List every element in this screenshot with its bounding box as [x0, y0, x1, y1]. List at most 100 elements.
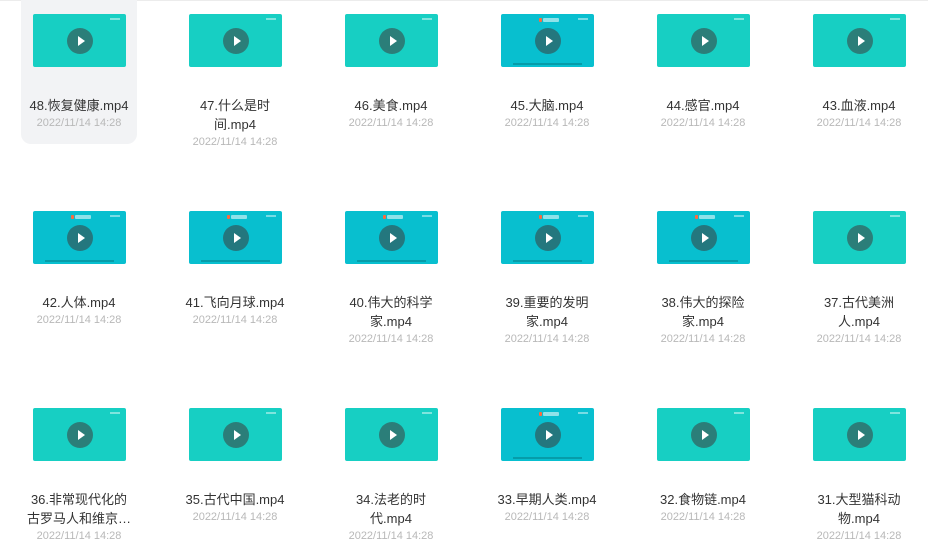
file-name: 39.重要的发明家.mp4	[505, 295, 589, 329]
file-tile[interactable]: 38.伟大的探险家.mp4 2022/11/14 14:28	[645, 181, 761, 345]
file-name: 46.美食.mp4	[354, 98, 428, 113]
file-date: 2022/11/14 14:28	[348, 530, 434, 542]
video-progress-strip	[513, 63, 582, 65]
video-thumbnail[interactable]	[345, 14, 438, 67]
file-date: 2022/11/14 14:28	[660, 333, 746, 345]
file-tile[interactable]: 48.恢复健康.mp4 2022/11/14 14:28	[21, 0, 137, 144]
thumbnail-corner-mark	[110, 18, 120, 20]
file-tile[interactable]: 43.血液.mp4 2022/11/14 14:28	[801, 0, 917, 144]
channel-logo-mark	[227, 215, 247, 219]
file-tile[interactable]: 42.人体.mp4 2022/11/14 14:28	[21, 181, 137, 341]
play-icon[interactable]	[222, 27, 249, 54]
file-date: 2022/11/14 14:28	[36, 530, 122, 542]
file-tile[interactable]: 45.大脑.mp4 2022/11/14 14:28	[489, 0, 605, 144]
thumbnail-corner-mark	[890, 412, 900, 414]
file-name: 35.古代中国.mp4	[185, 492, 285, 507]
play-icon[interactable]	[222, 224, 249, 251]
file-name: 32.食物链.mp4	[660, 492, 746, 507]
file-tile[interactable]: 32.食物链.mp4 2022/11/14 14:28	[645, 378, 761, 538]
video-thumbnail[interactable]	[33, 408, 126, 461]
video-thumbnail[interactable]	[189, 14, 282, 67]
file-name: 34.法老的时代.mp4	[355, 492, 427, 526]
file-tile[interactable]: 35.古代中国.mp4 2022/11/14 14:28	[177, 378, 293, 538]
video-progress-strip	[357, 260, 426, 262]
file-tile[interactable]: 34.法老的时代.mp4 2022/11/14 14:28	[333, 378, 449, 542]
video-thumbnail[interactable]	[501, 211, 594, 264]
file-date: 2022/11/14 14:28	[504, 117, 590, 129]
video-progress-strip	[201, 260, 270, 262]
channel-logo-mark	[695, 215, 715, 219]
file-tile[interactable]: 44.感官.mp4 2022/11/14 14:28	[645, 0, 761, 144]
thumbnail-corner-mark	[110, 215, 120, 217]
channel-logo-mark	[539, 412, 559, 416]
video-thumbnail[interactable]	[813, 211, 906, 264]
channel-logo-mark	[383, 215, 403, 219]
play-icon[interactable]	[534, 224, 561, 251]
video-thumbnail[interactable]	[33, 211, 126, 264]
file-date: 2022/11/14 14:28	[816, 117, 902, 129]
play-icon[interactable]	[66, 421, 93, 448]
video-thumbnail[interactable]	[501, 14, 594, 67]
video-progress-strip	[669, 260, 738, 262]
video-thumbnail[interactable]	[657, 408, 750, 461]
video-thumbnail[interactable]	[33, 14, 126, 67]
thumbnail-corner-mark	[578, 18, 588, 20]
play-icon[interactable]	[222, 421, 249, 448]
play-icon[interactable]	[690, 224, 717, 251]
thumbnail-corner-mark	[578, 215, 588, 217]
file-name: 31.大型猫科动物.mp4	[817, 492, 901, 526]
file-date: 2022/11/14 14:28	[504, 333, 590, 345]
play-icon[interactable]	[66, 27, 93, 54]
file-date: 2022/11/14 14:28	[36, 117, 122, 129]
file-tile[interactable]: 36.非常现代化的古罗马人和维京… 2022/11/14 14:28	[21, 378, 137, 542]
thumbnail-corner-mark	[422, 412, 432, 414]
play-icon[interactable]	[378, 421, 405, 448]
thumbnail-corner-mark	[890, 215, 900, 217]
video-thumbnail[interactable]	[657, 211, 750, 264]
file-name: 42.人体.mp4	[42, 295, 116, 310]
video-progress-strip	[513, 457, 582, 459]
file-date: 2022/11/14 14:28	[348, 117, 434, 129]
play-icon[interactable]	[534, 27, 561, 54]
file-grid: 48.恢复健康.mp4 2022/11/14 14:28 47.什么是时间.mp4 2…	[0, 0, 928, 554]
file-tile[interactable]: 39.重要的发明家.mp4 2022/11/14 14:28	[489, 181, 605, 345]
play-icon[interactable]	[846, 27, 873, 54]
thumbnail-corner-mark	[266, 215, 276, 217]
play-icon[interactable]	[846, 224, 873, 251]
video-thumbnail[interactable]	[813, 14, 906, 67]
video-thumbnail[interactable]	[501, 408, 594, 461]
file-name: 44.感官.mp4	[666, 98, 740, 113]
play-icon[interactable]	[378, 224, 405, 251]
play-icon[interactable]	[690, 421, 717, 448]
file-tile[interactable]: 33.早期人类.mp4 2022/11/14 14:28	[489, 378, 605, 538]
play-icon[interactable]	[846, 421, 873, 448]
play-icon[interactable]	[378, 27, 405, 54]
thumbnail-corner-mark	[266, 412, 276, 414]
thumbnail-corner-mark	[266, 18, 276, 20]
play-icon[interactable]	[690, 27, 717, 54]
video-thumbnail[interactable]	[189, 408, 282, 461]
file-tile[interactable]: 31.大型猫科动物.mp4 2022/11/14 14:28	[801, 378, 917, 542]
file-date: 2022/11/14 14:28	[192, 136, 278, 148]
file-date: 2022/11/14 14:28	[660, 511, 746, 523]
video-thumbnail[interactable]	[345, 408, 438, 461]
play-icon[interactable]	[534, 421, 561, 448]
file-date: 2022/11/14 14:28	[192, 511, 278, 523]
video-thumbnail[interactable]	[813, 408, 906, 461]
video-thumbnail[interactable]	[657, 14, 750, 67]
channel-logo-mark	[539, 215, 559, 219]
file-date: 2022/11/14 14:28	[816, 333, 902, 345]
play-icon[interactable]	[66, 224, 93, 251]
file-name: 48.恢复健康.mp4	[29, 98, 129, 113]
file-date: 2022/11/14 14:28	[348, 333, 434, 345]
file-tile[interactable]: 47.什么是时间.mp4 2022/11/14 14:28	[177, 0, 293, 148]
file-tile[interactable]: 41.飞向月球.mp4 2022/11/14 14:28	[177, 181, 293, 341]
thumbnail-corner-mark	[734, 18, 744, 20]
file-tile[interactable]: 40.伟大的科学家.mp4 2022/11/14 14:28	[333, 181, 449, 345]
file-tile[interactable]: 37.古代美洲人.mp4 2022/11/14 14:28	[801, 181, 917, 345]
file-tile[interactable]: 46.美食.mp4 2022/11/14 14:28	[333, 0, 449, 144]
video-thumbnail[interactable]	[189, 211, 282, 264]
file-date: 2022/11/14 14:28	[36, 314, 122, 326]
video-thumbnail[interactable]	[345, 211, 438, 264]
file-name: 41.飞向月球.mp4	[185, 295, 285, 310]
